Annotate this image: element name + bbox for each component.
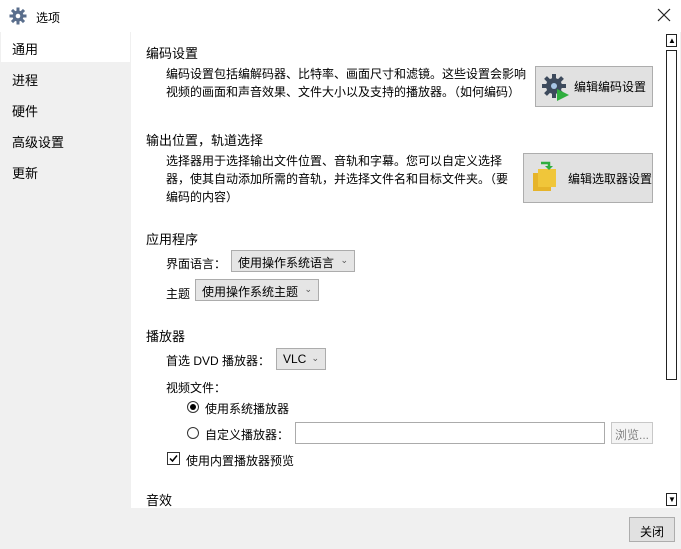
custom-player-radio[interactable] (187, 427, 199, 439)
window-title: 选项 (36, 11, 61, 25)
scrollbar-thumb[interactable] (666, 50, 677, 380)
application-section-title: 应用程序 (146, 232, 199, 247)
scroll-up-button[interactable]: ▲ (666, 34, 677, 47)
audio-section-title: 音效 (146, 493, 173, 508)
caret-down-icon: ▼ (668, 495, 676, 504)
sidebar-item-update[interactable]: 更新 (1, 156, 130, 186)
encoding-gear-icon (542, 73, 569, 101)
edit-encoding-button[interactable]: 编辑编码设置 (535, 66, 653, 107)
scroll-down-button[interactable]: ▼ (666, 493, 677, 506)
theme-label: 主题 (166, 287, 191, 301)
edit-encoding-label: 编辑编码设置 (574, 80, 647, 94)
encoding-section-title: 编码设置 (146, 46, 199, 61)
sidebar-item-general[interactable]: 通用 (1, 32, 130, 62)
custom-player-label[interactable]: 自定义播放器： (205, 426, 289, 443)
output-section-title: 输出位置，轨道选择 (146, 133, 264, 148)
theme-dropdown-value: 使用操作系统主题 (202, 285, 299, 299)
builtin-preview-checkbox[interactable] (167, 452, 180, 465)
sidebar-item-advanced[interactable]: 高级设置 (1, 125, 130, 155)
folder-icon (532, 161, 556, 191)
language-label: 界面语言： (166, 257, 227, 271)
gear-icon (9, 7, 27, 25)
sidebar: 通用 进程 硬件 高级设置 更新 (0, 32, 131, 549)
sidebar-item-hardware[interactable]: 硬件 (1, 94, 130, 124)
system-player-label[interactable]: 使用系统播放器 (205, 400, 289, 417)
builtin-preview-label[interactable]: 使用内置播放器预览 (186, 452, 294, 469)
caret-up-icon: ▲ (668, 36, 676, 45)
close-icon[interactable] (656, 7, 672, 23)
close-button[interactable]: 关闭 (629, 517, 675, 542)
theme-dropdown[interactable]: 使用操作系统主题 ⌄ (195, 279, 319, 301)
chevron-down-icon: ⌄ (311, 353, 319, 363)
checkmark-icon (169, 455, 178, 463)
settings-panel: 编码设置 编码设置包括编解码器、比特率、画面尺寸和滤镜。这些设置会影响视频的画面… (131, 32, 663, 508)
edit-selector-button[interactable]: 编辑选取器设置 (523, 153, 653, 203)
sidebar-item-process[interactable]: 进程 (1, 63, 130, 93)
output-description: 选择器用于选择输出文件位置、音轨和字幕。您可以自定义选择器，使其自动添加所需的音… (166, 154, 509, 204)
dvd-player-dropdown[interactable]: VLC ⌄ (276, 348, 326, 370)
vertical-scrollbar[interactable]: ▲ ▼ (663, 32, 680, 508)
chevron-down-icon: ⌄ (340, 255, 348, 265)
video-files-label: 视频文件： (166, 381, 227, 395)
language-dropdown[interactable]: 使用操作系统语言 ⌄ (231, 250, 355, 272)
browse-button[interactable]: 浏览... (611, 422, 653, 444)
custom-player-path-input[interactable] (295, 422, 605, 444)
chevron-down-icon: ⌄ (304, 284, 312, 294)
encoding-description: 编码设置包括编解码器、比特率、画面尺寸和滤镜。这些设置会影响视频的画面和声音效果… (166, 67, 527, 99)
title-bar: 选项 (0, 0, 681, 32)
dvd-player-label: 首选 DVD 播放器： (166, 354, 271, 368)
system-player-radio[interactable] (187, 401, 199, 413)
language-dropdown-value: 使用操作系统语言 (238, 256, 335, 270)
edit-selector-label: 编辑选取器设置 (567, 171, 652, 186)
player-section-title: 播放器 (146, 329, 186, 344)
dvd-player-dropdown-value: VLC (283, 352, 307, 366)
dialog-footer: 关闭 (131, 508, 681, 549)
